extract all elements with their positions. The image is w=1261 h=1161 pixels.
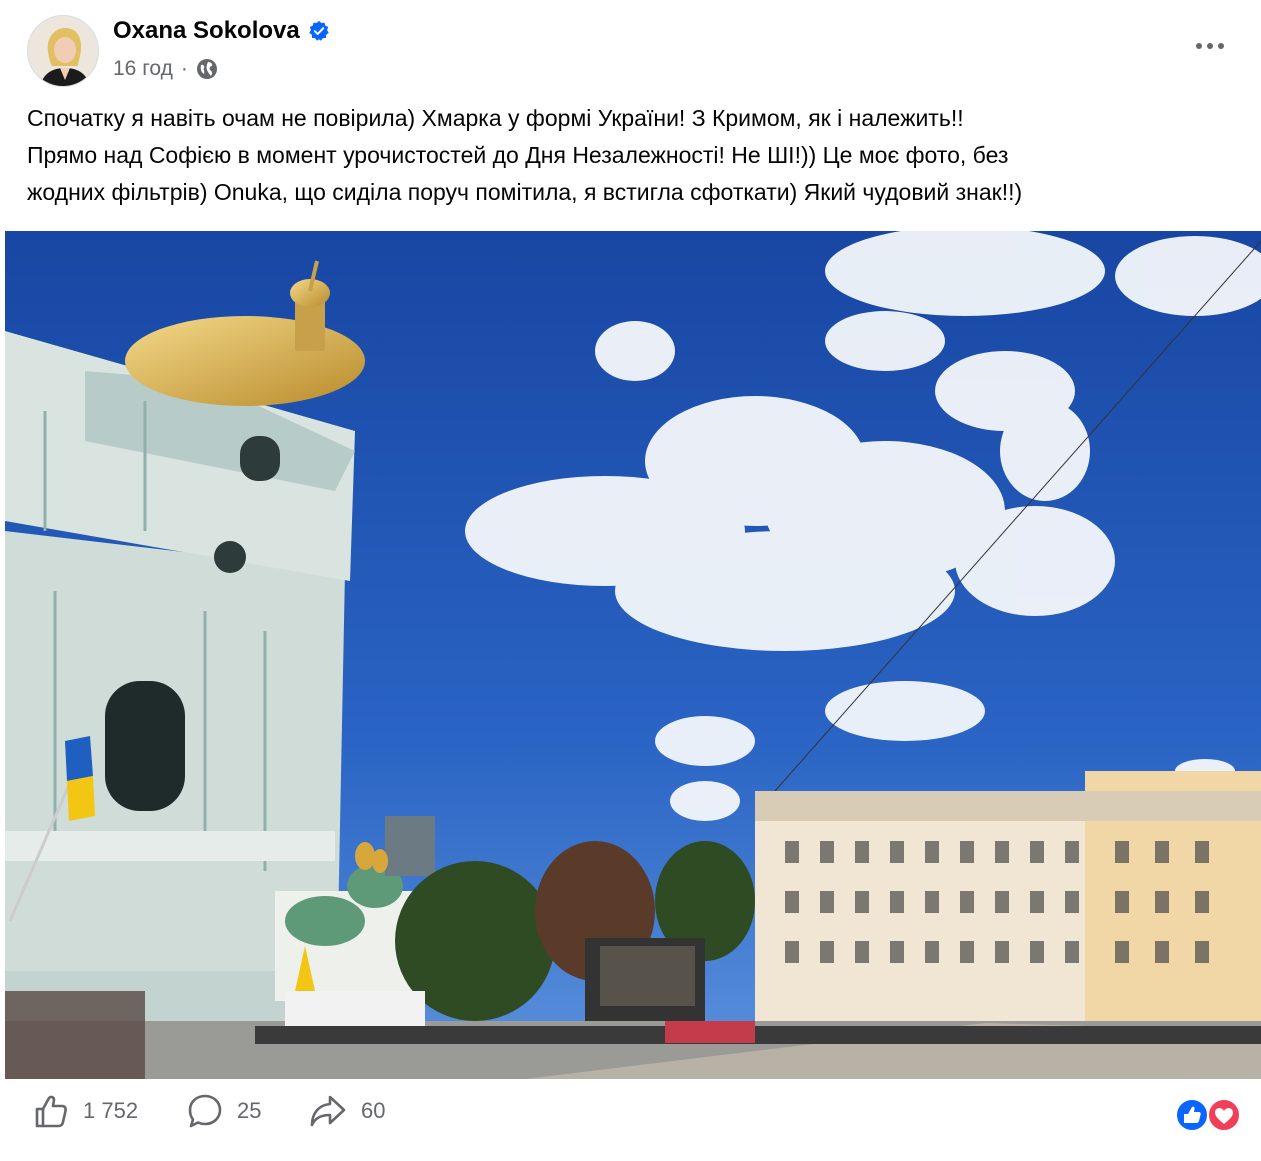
author-name-link[interactable]: Oxana Sokolova bbox=[113, 17, 330, 45]
post-actions-bar: 1 752 25 60 bbox=[0, 1079, 1261, 1161]
share-button[interactable]: 60 bbox=[309, 1093, 385, 1129]
like-reaction-icon bbox=[1175, 1098, 1209, 1132]
like-count: 1 752 bbox=[83, 1098, 139, 1123]
post-photo[interactable] bbox=[5, 231, 1261, 1079]
globe-icon[interactable] bbox=[196, 58, 218, 80]
post-time[interactable]: 16 год bbox=[113, 57, 173, 81]
reaction-summary[interactable] bbox=[1174, 1097, 1244, 1133]
author-name[interactable]: Oxana Sokolova bbox=[113, 17, 300, 45]
meta-separator: · bbox=[180, 57, 188, 80]
more-dot bbox=[1207, 43, 1213, 49]
buildings bbox=[755, 771, 1261, 1021]
post-meta: 16 год · bbox=[113, 57, 218, 81]
avatar[interactable] bbox=[27, 15, 99, 87]
like-button[interactable]: 1 752 bbox=[33, 1093, 138, 1129]
post-text-line: Спочатку я навіть очам не повірила) Хмар… bbox=[27, 105, 964, 131]
more-dot bbox=[1196, 43, 1202, 49]
post-text-line: Прямо над Софією в момент урочистостей д… bbox=[27, 142, 1009, 168]
share-count: 60 bbox=[361, 1098, 386, 1123]
verified-badge-icon bbox=[309, 20, 329, 41]
love-reaction-icon bbox=[1207, 1098, 1241, 1132]
facebook-post: Oxana Sokolova 16 год · Спочатку я навіт… bbox=[0, 0, 1261, 1161]
share-icon bbox=[310, 1095, 346, 1127]
comment-count: 25 bbox=[237, 1098, 262, 1123]
more-dot bbox=[1218, 43, 1224, 49]
comment-icon bbox=[188, 1094, 222, 1128]
more-options-button[interactable] bbox=[1188, 30, 1232, 62]
post-text: Спочатку я навіть очам не повірила) Хмар… bbox=[27, 100, 1242, 211]
thumbs-up-icon bbox=[35, 1095, 67, 1128]
comment-button[interactable]: 25 bbox=[187, 1093, 261, 1129]
post-text-line: жодних фільтрів) Onuka, що сиділа поруч … bbox=[27, 179, 1023, 205]
